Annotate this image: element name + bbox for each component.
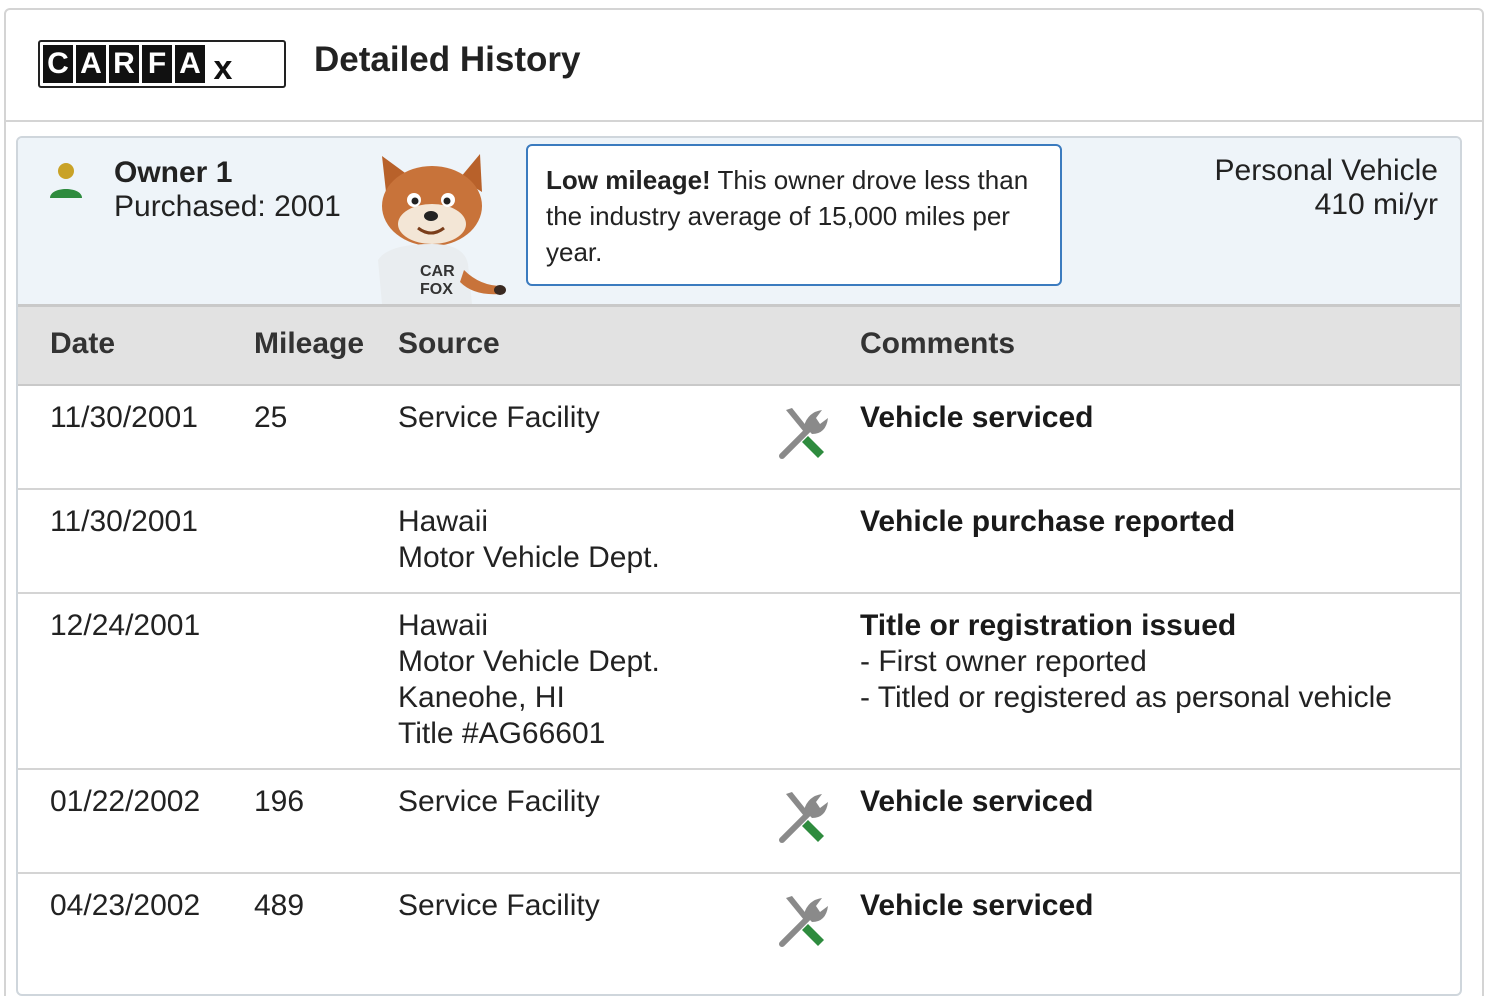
svg-text:FOX: FOX xyxy=(420,281,453,298)
row-source: Service Facility xyxy=(398,401,600,434)
row-source: Hawaii Motor Vehicle Dept. Kaneohe, HI T… xyxy=(398,608,660,752)
table-row: 11/30/2001 25 Service Facility Vehicle s… xyxy=(18,386,1460,490)
column-header-date: Date xyxy=(50,327,116,360)
owner-history-card: Owner 1 Purchased: 2001 CAR FOX Low mile… xyxy=(16,136,1462,996)
logo-letter: A xyxy=(175,45,205,83)
carfax-logo: C A R F A x xyxy=(38,40,286,88)
logo-letter: A xyxy=(76,45,106,83)
table-row: 11/30/2001 Hawaii Motor Vehicle Dept. Ve… xyxy=(18,490,1460,594)
person-icon xyxy=(50,163,82,198)
logo-letter: F xyxy=(142,45,172,83)
mascot-shirt-text: CAR xyxy=(420,263,455,280)
logo-letter: R xyxy=(109,45,139,83)
column-header-comments: Comments xyxy=(860,327,1016,360)
row-mileage: 25 xyxy=(254,401,288,434)
logo-letter: C xyxy=(43,45,73,83)
source-line: Hawaii xyxy=(398,609,489,642)
table-header: Date Mileage Source Comments xyxy=(18,304,1460,386)
panel-header: C A R F A x Detailed History xyxy=(6,10,1482,122)
table-row: 01/22/2002 196 Service Facility Vehicle … xyxy=(18,770,1460,874)
row-date: 11/30/2001 xyxy=(50,401,198,434)
row-comment-title: Vehicle serviced xyxy=(860,401,1094,434)
row-mileage: 196 xyxy=(254,785,305,818)
service-icon xyxy=(779,896,828,947)
row-comments: Title or registration issued - First own… xyxy=(860,608,1392,716)
logo-letter: x xyxy=(208,45,238,85)
row-comment-title: Vehicle serviced xyxy=(860,785,1094,818)
page-title: Detailed History xyxy=(314,40,581,79)
annual-mileage: 410 mi/yr xyxy=(1314,188,1438,221)
row-date: 01/22/2002 xyxy=(50,785,201,818)
source-line: Motor Vehicle Dept. xyxy=(398,645,660,678)
column-header-source: Source xyxy=(398,327,500,360)
row-source: Hawaii Motor Vehicle Dept. xyxy=(398,504,660,576)
source-line: Kaneohe, HI xyxy=(398,681,565,714)
owner-purchase-year: Purchased: 2001 xyxy=(114,190,341,223)
row-mileage: 489 xyxy=(254,889,305,922)
row-comment-title: Title or registration issued xyxy=(860,609,1237,642)
row-comment-title: Vehicle serviced xyxy=(860,889,1094,922)
callout-highlight: Low mileage! xyxy=(546,165,711,195)
source-line: Hawaii xyxy=(398,505,489,538)
column-header-mileage: Mileage xyxy=(254,327,365,360)
comment-detail: - First owner reported xyxy=(860,645,1147,678)
car-fox-mascot-icon: CAR FOX xyxy=(378,154,506,304)
table-row: 04/23/2002 489 Service Facility Vehicle … xyxy=(18,874,1460,994)
service-icon xyxy=(779,408,828,459)
comment-detail: - Titled or registered as personal vehic… xyxy=(860,681,1392,714)
owner-summary-bar: Owner 1 Purchased: 2001 CAR FOX Low mile… xyxy=(18,138,1460,304)
row-date: 12/24/2001 xyxy=(50,609,201,642)
low-mileage-callout: Low mileage! This owner drove less than … xyxy=(526,144,1062,286)
source-line: Title #AG66601 xyxy=(398,717,606,750)
source-line: Motor Vehicle Dept. xyxy=(398,541,660,574)
row-source: Service Facility xyxy=(398,785,600,818)
row-comment-title: Vehicle purchase reported xyxy=(860,505,1236,538)
table-row: 12/24/2001 Hawaii Motor Vehicle Dept. Ka… xyxy=(18,594,1460,770)
vehicle-type: Personal Vehicle xyxy=(1214,154,1438,187)
row-date: 11/30/2001 xyxy=(50,505,198,538)
owner-name: Owner 1 xyxy=(114,156,233,189)
row-source: Service Facility xyxy=(398,889,600,922)
row-date: 04/23/2002 xyxy=(50,889,201,922)
service-icon xyxy=(779,792,828,843)
